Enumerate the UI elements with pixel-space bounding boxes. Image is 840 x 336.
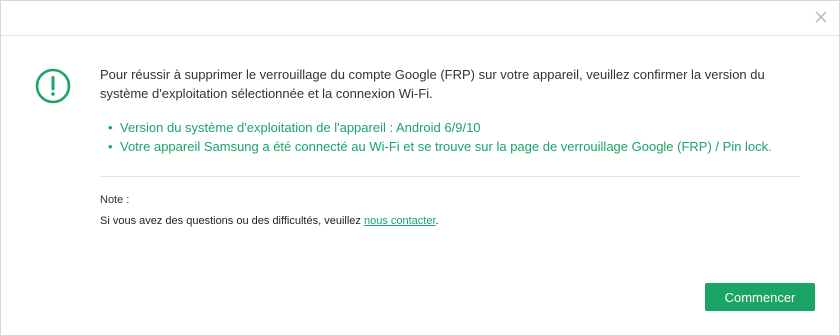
list-item: • Version du système d'exploitation de l'… <box>108 118 818 137</box>
requirements-list: • Version du système d'exploitation de l'… <box>108 118 818 156</box>
note-text: Si vous avez des questions ou des diffic… <box>100 214 439 229</box>
instruction-message: Pour réussir à supprimer le verrouillage… <box>100 65 810 103</box>
close-icon[interactable] <box>813 9 829 25</box>
contact-us-link[interactable]: nous contacter <box>364 215 436 227</box>
frp-confirmation-dialog: Pour réussir à supprimer le verrouillage… <box>0 0 840 336</box>
bullet-icon: • <box>108 139 113 154</box>
instruction-line: système d'exploitation sélectionnée et l… <box>100 86 433 101</box>
note-text-before: Si vous avez des questions ou des diffic… <box>100 215 364 227</box>
start-button[interactable]: Commencer <box>705 283 815 311</box>
requirement-wifi-frp: Votre appareil Samsung a été connecté au… <box>120 139 772 154</box>
instruction-line: Pour réussir à supprimer le verrouillage… <box>100 67 765 82</box>
bullet-icon: • <box>108 120 113 135</box>
list-item: • Votre appareil Samsung a été connecté a… <box>108 137 818 156</box>
note-label: Note : <box>100 194 130 206</box>
dialog-title-bar <box>1 1 839 36</box>
exclamation-circle-icon <box>35 68 71 104</box>
section-divider <box>100 176 800 177</box>
requirement-os-version: Version du système d'exploitation de l'a… <box>120 120 481 135</box>
note-text-after: . <box>435 215 439 227</box>
